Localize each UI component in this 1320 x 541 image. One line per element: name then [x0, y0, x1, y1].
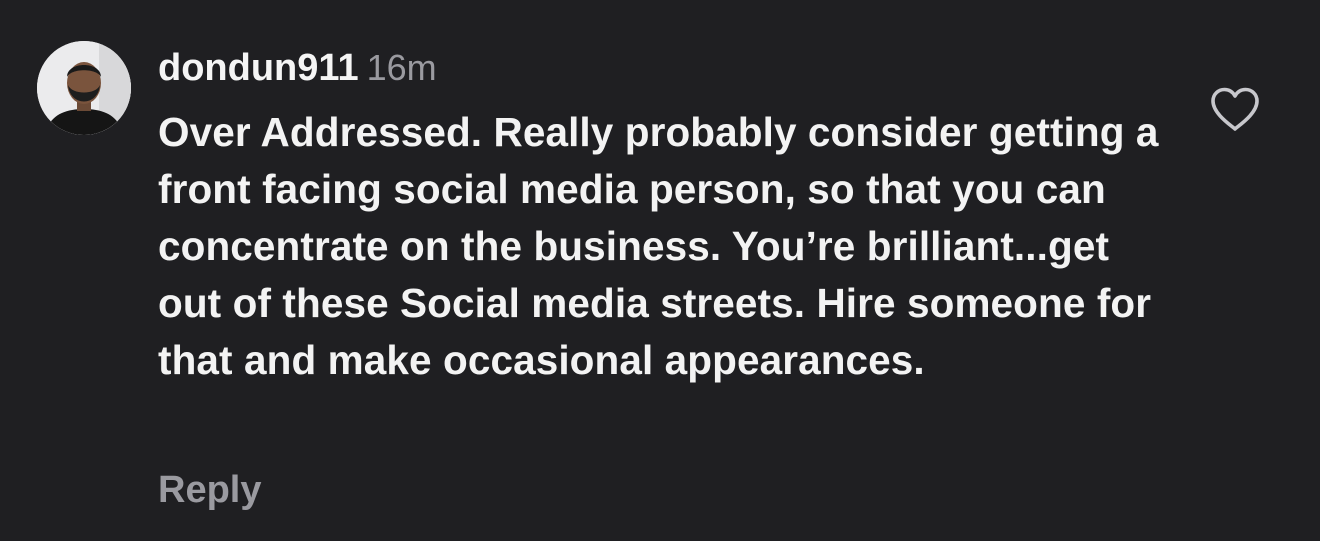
- comment-item: dondun911 16m Over Addressed. Really prob…: [0, 0, 1320, 541]
- comment-text: Over Addressed. Really probably consider…: [158, 109, 1159, 383]
- like-button[interactable]: [1209, 86, 1261, 134]
- reply-button[interactable]: Reply: [158, 462, 261, 518]
- comment-header: dondun911 16m: [158, 44, 437, 100]
- username[interactable]: dondun911: [158, 47, 359, 89]
- timestamp: 16m: [366, 47, 437, 88]
- profile-photo: [37, 41, 131, 135]
- avatar[interactable]: [37, 41, 131, 135]
- heart-outline-icon: [1211, 87, 1259, 131]
